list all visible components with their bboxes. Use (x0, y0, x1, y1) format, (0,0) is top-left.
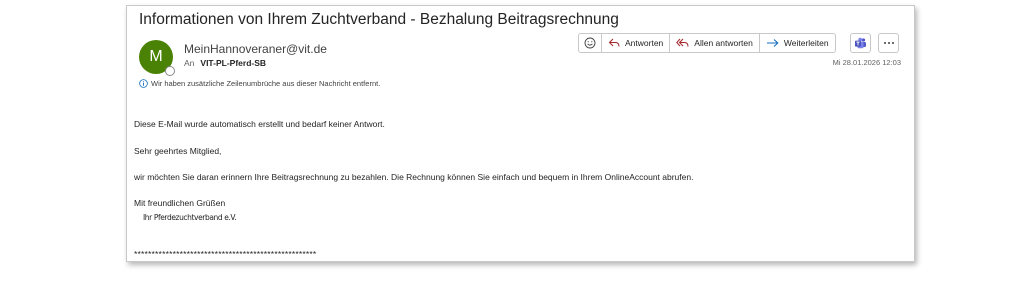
body-message: wir möchten Sie daran erinnern Ihre Beit… (134, 172, 694, 182)
reply-all-button[interactable]: Allen antworten (669, 34, 759, 52)
forward-icon (766, 39, 779, 47)
smiley-icon (584, 37, 596, 49)
info-icon (139, 79, 148, 88)
info-notice-text: Wir haben zusätzliche Zeilenumbrüche aus… (151, 79, 381, 88)
reply-label: Antworten (625, 38, 664, 48)
email-subject: Informationen von Ihrem Zuchtverband - B… (139, 11, 619, 28)
more-icon (883, 42, 894, 44)
reply-all-label: Allen antworten (694, 38, 753, 48)
reply-all-icon (676, 38, 689, 47)
forward-button[interactable]: Weiterleiten (758, 34, 835, 52)
body-separator: ****************************************… (134, 249, 317, 259)
body-signature: Ihr Pferdezuchtverband e.V. (143, 213, 237, 222)
body-auto-notice: Diese E-Mail wurde automatisch erstellt … (134, 119, 385, 129)
more-actions-button[interactable] (878, 33, 899, 53)
teams-chat-button[interactable] (850, 33, 871, 53)
reply-button[interactable]: Antworten (601, 34, 669, 52)
teams-icon (855, 37, 866, 48)
body-closing: Mit freundlichen Grüßen (134, 198, 226, 208)
sender-avatar[interactable]: M (139, 40, 175, 76)
info-notice: Wir haben zusätzliche Zeilenumbrüche aus… (139, 79, 380, 88)
sender-email[interactable]: MeinHannoveraner@vit.de (184, 42, 327, 56)
received-date: Mi 28.01.2026 12:03 (832, 58, 901, 67)
forward-label: Weiterleiten (783, 38, 829, 48)
reply-icon (608, 38, 620, 47)
presence-indicator (165, 66, 175, 76)
avatar-initial: M (149, 48, 163, 65)
recipient-name[interactable]: VIT-PL-Pferd-SB (200, 58, 266, 68)
recipient-prefix: An (184, 58, 195, 68)
emoji-reaction-button[interactable] (579, 34, 601, 52)
email-reading-pane: Informationen von Ihrem Zuchtverband - B… (126, 5, 915, 262)
recipient-row: An VIT-PL-Pferd-SB (184, 58, 266, 68)
message-actions-toolbar: Antworten Allen antworten Weiterleiten (578, 33, 836, 53)
body-greeting: Sehr geehrtes Mitglied, (134, 146, 222, 156)
